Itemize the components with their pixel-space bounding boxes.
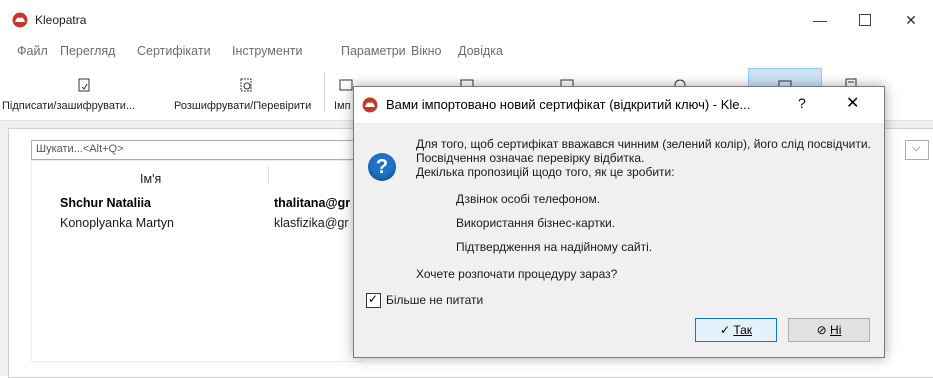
decrypt-verify-label: Розшифрувати/Перевірити — [174, 100, 312, 112]
suggestion-item: Використання бізнес-картки. — [456, 216, 615, 230]
sign-encrypt-button[interactable]: Підписати/зашифрувати... — [0, 62, 165, 118]
search-placeholder: Шукати...<Alt+Q> — [36, 143, 124, 155]
menu-tools[interactable]: Інструменти — [232, 44, 302, 58]
table-row-email[interactable]: thalitana@gr — [274, 196, 350, 210]
kleopatra-app-icon — [362, 97, 378, 113]
search-input[interactable]: Шукати...<Alt+Q> — [31, 140, 363, 160]
import-label: Імп — [334, 100, 351, 112]
toolbar-separator — [324, 72, 325, 112]
dont-ask-checkbox[interactable]: ✓ — [366, 292, 381, 308]
minimize-button[interactable]: — — [806, 8, 834, 32]
chevron-down-icon: ⌵ — [912, 142, 921, 154]
column-divider[interactable] — [268, 166, 269, 184]
message-line: Посвідчення означає перевірку відбитка. — [416, 151, 645, 165]
sign-encrypt-icon — [78, 78, 90, 92]
title-bar: Kleopatra — ✕ — [0, 0, 933, 40]
maximize-button[interactable] — [851, 8, 879, 32]
dialog-title-bar: Вами імпортовано новий сертифікат (відкр… — [354, 87, 884, 123]
yes-button[interactable]: ✓ Так — [695, 318, 777, 342]
close-window-button[interactable]: ✕ — [897, 8, 925, 32]
dialog-close-button[interactable]: ✕ — [846, 93, 859, 113]
table-row-email[interactable]: klasfizika@gr — [274, 216, 349, 230]
import-dialog: Вами імпортовано новий сертифікат (відкр… — [353, 86, 885, 358]
menu-window[interactable]: Вікно — [411, 44, 441, 58]
suggestion-item: Підтвердження на надійному сайті. — [456, 240, 653, 254]
kleopatra-app-icon — [12, 12, 28, 28]
help-button[interactable]: ? — [798, 95, 806, 111]
menu-view[interactable]: Перегляд — [60, 44, 115, 58]
dialog-title: Вами імпортовано новий сертифікат (відкр… — [386, 97, 751, 112]
menu-bar: Файл Перегляд Сертифікати Інструменти Па… — [0, 40, 933, 62]
menu-file[interactable]: Файл — [17, 44, 48, 58]
table-row-name[interactable]: Konoplyanka Martyn — [60, 216, 174, 230]
checkmark-icon: ✓ — [719, 323, 730, 337]
decrypt-verify-icon — [240, 78, 252, 92]
menu-settings[interactable]: Параметри — [341, 44, 406, 58]
message-line: Для того, щоб сертифікат вважався чинним… — [416, 137, 871, 151]
window-title: Kleopatra — [35, 13, 87, 27]
cancel-circle-icon: ⊘ — [816, 323, 827, 337]
filter-dropdown[interactable]: ⌵ — [905, 140, 929, 160]
column-header-name[interactable]: Ім'я — [140, 172, 161, 186]
menu-certificates[interactable]: Сертифікати — [137, 44, 211, 58]
import-icon — [339, 79, 353, 91]
question-text: Хочете розпочати процедуру зараз? — [416, 267, 618, 281]
yes-label: Так — [733, 323, 753, 337]
suggestion-item: Дзвінок особі телефоном. — [456, 192, 601, 206]
menu-help[interactable]: Довідка — [458, 44, 503, 58]
dont-ask-label[interactable]: Більше не питати — [386, 293, 483, 307]
decrypt-verify-button[interactable]: Розшифрувати/Перевірити — [170, 62, 320, 118]
certificate-list — [31, 160, 363, 362]
no-label: Ні — [830, 323, 842, 337]
no-button[interactable]: ⊘ Ні — [788, 318, 870, 342]
message-line: Декілька пропозицій щодо того, як це зро… — [416, 165, 675, 179]
sign-encrypt-label: Підписати/зашифрувати... — [2, 100, 136, 112]
table-row-name[interactable]: Shchur Nataliia — [60, 196, 151, 210]
question-icon: ? — [368, 153, 396, 181]
checkmark-icon: ✓ — [368, 292, 379, 306]
